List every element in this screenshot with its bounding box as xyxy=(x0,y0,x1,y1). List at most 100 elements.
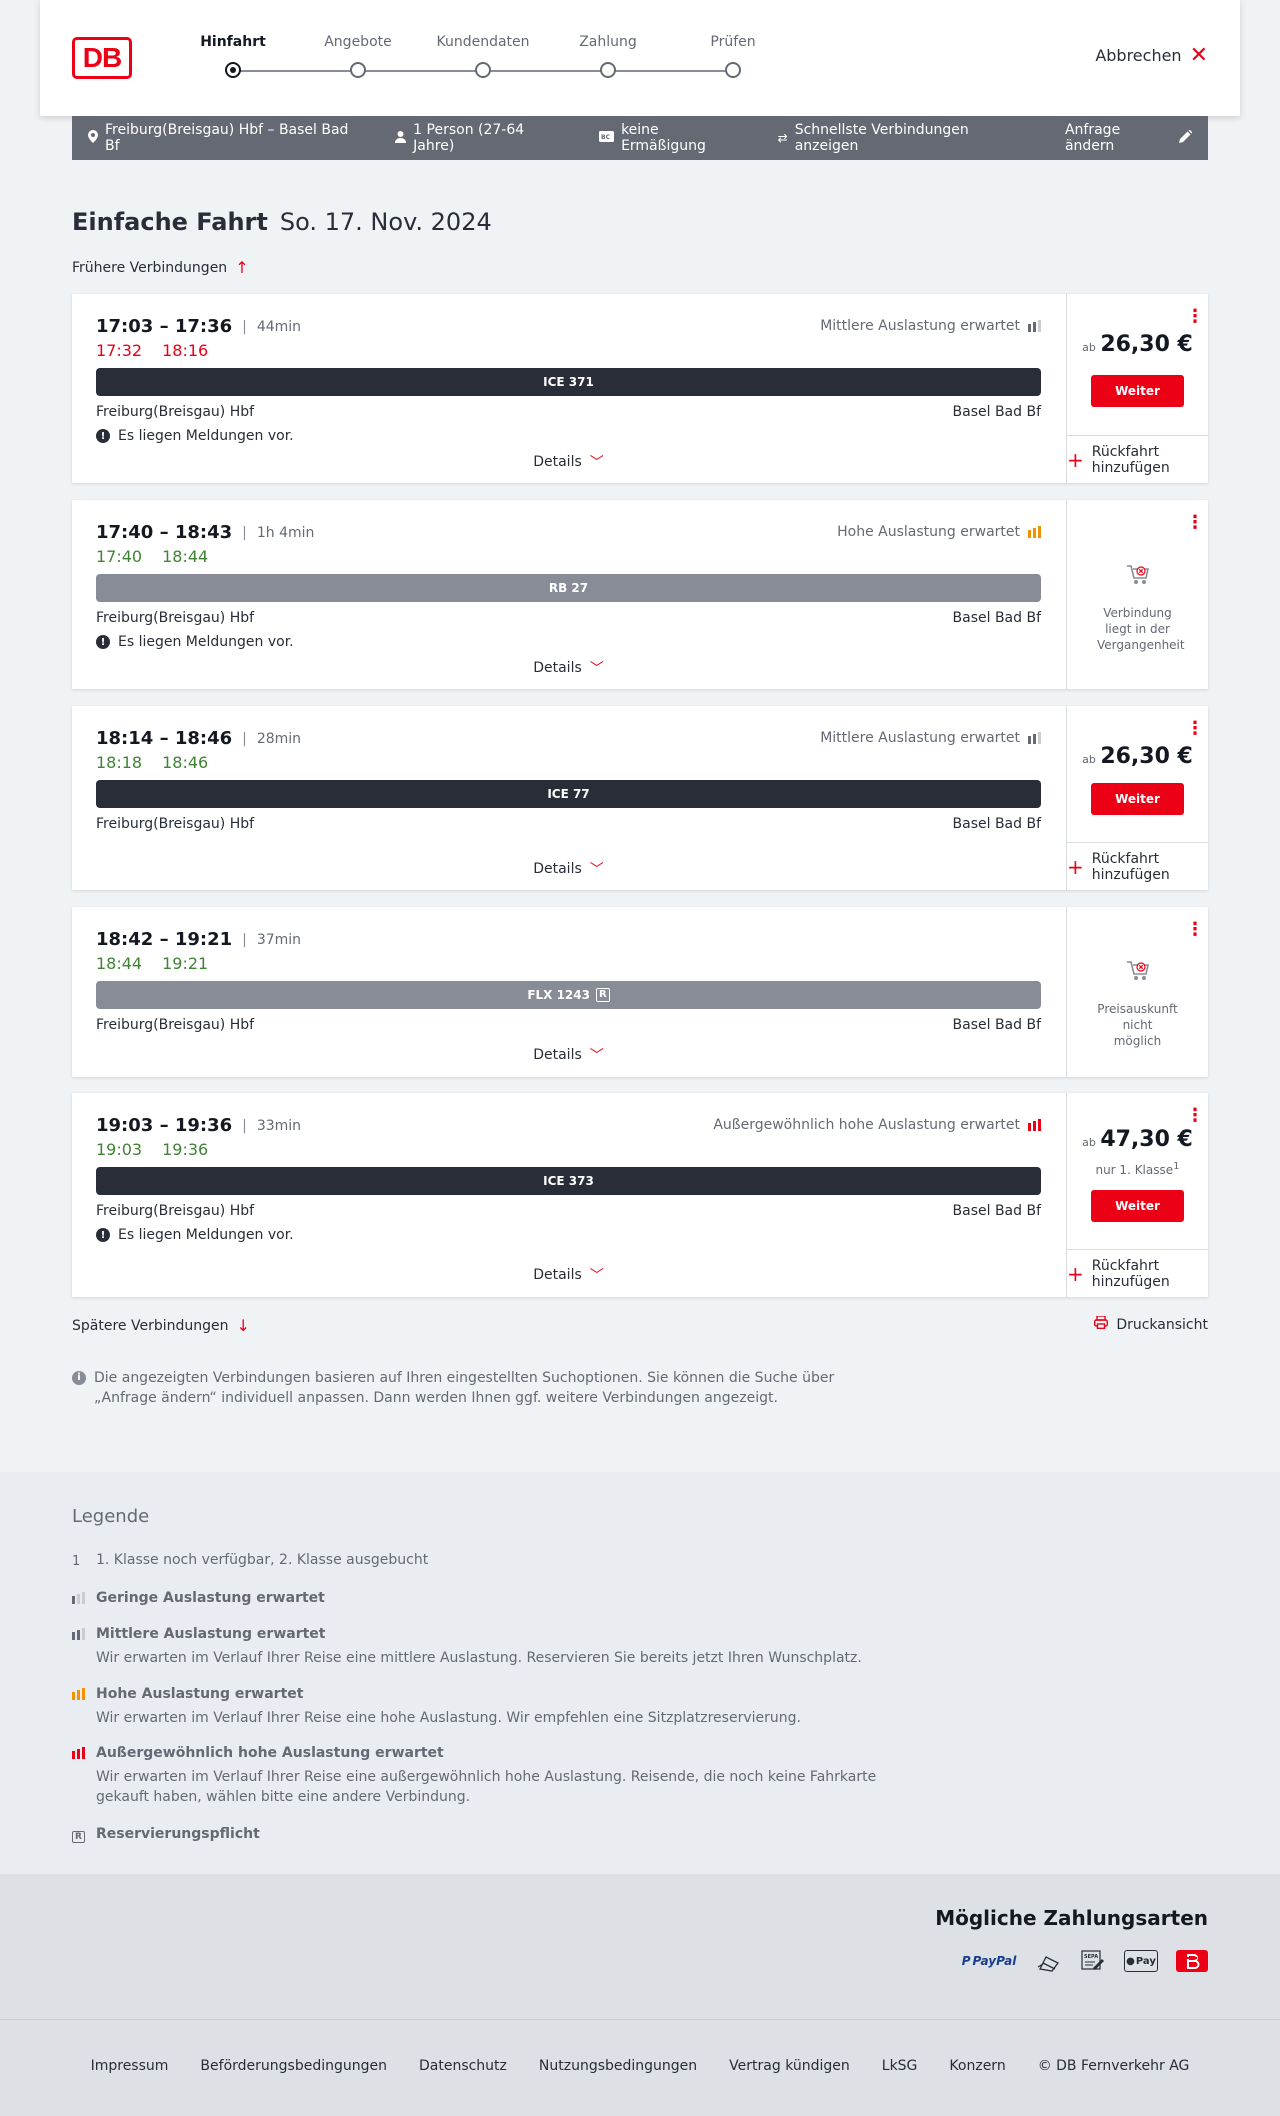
earlier-connections-link[interactable]: Frühere Verbindungen ↑ xyxy=(72,258,249,277)
footnote-text: 1. Klasse noch verfügbar, 2. Klasse ausg… xyxy=(96,1552,429,1568)
connection-main[interactable]: 17:40 – 18:43 | 1h 4min 17:40 18:44 Hohe… xyxy=(72,500,1065,689)
duration: 28min xyxy=(256,730,302,747)
connection-main[interactable]: 18:14 – 18:46 | 28min 18:18 18:46 Mittle… xyxy=(72,706,1065,890)
connection-times: 17:40 – 18:43 | 1h 4min xyxy=(96,522,314,543)
realtime-departure: 17:32 xyxy=(96,341,143,360)
step-angebote[interactable]: Angebote xyxy=(303,34,413,78)
footer-link-lksg[interactable]: LkSG xyxy=(882,2058,918,2074)
high-load-label: Hohe Auslastung erwartet xyxy=(96,1686,304,1702)
plus-icon: + xyxy=(1067,447,1084,472)
earlier-label: Frühere Verbindungen xyxy=(72,259,228,276)
trip-type: Einfache Fahrt xyxy=(72,208,268,236)
return-label: Rückfahrt hinzufügen xyxy=(1091,850,1170,883)
train-bar[interactable]: RB 27 xyxy=(96,574,1041,602)
load-info: Hohe Auslastung erwartet xyxy=(837,524,1041,540)
more-options-icon[interactable]: ⋮ xyxy=(1186,514,1204,532)
train-bar[interactable]: ICE 77 xyxy=(96,780,1041,808)
realtime-departure: 19:03 xyxy=(96,1140,143,1159)
realtime-times: 17:40 18:44 xyxy=(96,547,208,566)
load-text: Mittlere Auslastung erwartet xyxy=(820,730,1020,746)
extreme-load-label: Außergewöhnlich hohe Auslastung erwartet xyxy=(96,1745,444,1761)
change-request-button[interactable]: Anfrage ändern xyxy=(1065,122,1193,154)
extreme-load-desc: Wir erwarten im Verlauf Ihrer Reise eine… xyxy=(96,1769,877,1805)
add-return-trip-button[interactable]: + Rückfahrt hinzufügen xyxy=(1067,1249,1208,1297)
low-load-icon xyxy=(72,1592,88,1608)
connection-times: 19:03 – 19:36 | 33min xyxy=(96,1115,301,1136)
bahnbonus-icon xyxy=(1176,1950,1208,1972)
realtime-times: 18:44 19:21 xyxy=(96,954,208,973)
exclamation-icon: ! xyxy=(96,635,110,649)
footer-link-nutzungsbedingungen[interactable]: Nutzungsbedingungen xyxy=(539,2058,697,2074)
plus-icon: + xyxy=(1067,1261,1084,1286)
trip-date: So. 17. Nov. 2024 xyxy=(279,208,492,236)
connection-card: 18:42 – 19:21 | 37min 18:44 19:21 FLX 12… xyxy=(72,907,1208,1077)
fastest-text: Schnellste Verbindungen anzeigen xyxy=(794,122,969,154)
duration: 44min xyxy=(256,318,302,335)
connection-main[interactable]: 17:03 – 17:36 | 44min 17:32 18:16 Mittle… xyxy=(72,294,1065,483)
realtime-arrival: 18:46 xyxy=(162,753,209,772)
more-options-icon[interactable]: ⋮ xyxy=(1186,720,1204,738)
notice: ! Es liegen Meldungen vor. xyxy=(96,634,294,650)
continue-button[interactable]: Weiter xyxy=(1091,375,1184,407)
footer-link-konzern[interactable]: Konzern xyxy=(949,2058,1005,2074)
add-return-trip-button[interactable]: + Rückfahrt hinzufügen xyxy=(1067,435,1208,483)
step-kundendaten[interactable]: Kundendaten xyxy=(428,34,538,78)
db-logo[interactable]: DB xyxy=(72,37,132,79)
footer-link-vertrag-kuendigen[interactable]: Vertrag kündigen xyxy=(729,2058,850,2074)
high-load-icon xyxy=(1028,526,1041,538)
more-options-icon[interactable]: ⋮ xyxy=(1186,308,1204,326)
footer-link-impressum[interactable]: Impressum xyxy=(91,2058,169,2074)
details-toggle[interactable]: Details ﹀ xyxy=(72,452,1065,472)
credit-card-icon xyxy=(1036,1950,1062,1972)
duration: 33min xyxy=(256,1117,302,1134)
realtime-times: 17:32 18:16 xyxy=(96,341,208,360)
paypal-label: PayPal xyxy=(972,1954,1017,1968)
step-zahlung[interactable]: Zahlung xyxy=(553,34,663,78)
medium-load-icon xyxy=(1028,732,1041,744)
sepa-label: SEPA xyxy=(1084,1954,1098,1960)
low-load-label: Geringe Auslastung erwartet xyxy=(96,1590,325,1606)
details-toggle[interactable]: Details ﹀ xyxy=(72,1265,1065,1285)
offer-panel: ⋮ ab 26,30 € Weiter + Rückfahrt hinzufüg… xyxy=(1066,706,1208,890)
train-bar[interactable]: FLX 1243 R xyxy=(96,981,1041,1009)
departure-station: Freiburg(Breisgau) Hbf xyxy=(96,1017,255,1033)
step-dot xyxy=(475,62,491,78)
more-options-icon[interactable]: ⋮ xyxy=(1186,921,1204,939)
return-label: Rückfahrt hinzufügen xyxy=(1091,443,1170,476)
apple-pay-icon: ● Pay xyxy=(1124,1950,1158,1972)
footer-link-befoerderungsbedingungen[interactable]: Beförderungsbedingungen xyxy=(200,2058,387,2074)
train-name: RB 27 xyxy=(548,581,589,595)
details-toggle[interactable]: Details ﹀ xyxy=(72,658,1065,678)
step-pruefen[interactable]: Prüfen xyxy=(678,34,788,78)
continue-button[interactable]: Weiter xyxy=(1091,1190,1184,1222)
train-bar[interactable]: ICE 373 xyxy=(96,1167,1041,1195)
continue-button[interactable]: Weiter xyxy=(1091,783,1184,815)
connection-card: 17:40 – 18:43 | 1h 4min 17:40 18:44 Hohe… xyxy=(72,500,1208,689)
step-label: Hinfahrt xyxy=(200,34,266,50)
later-connections-link[interactable]: Spätere Verbindungen ↓ xyxy=(72,1316,250,1335)
legend-title: Legende xyxy=(72,1506,150,1527)
details-toggle[interactable]: Details ﹀ xyxy=(72,1045,1065,1065)
chevron-down-icon: ﹀ xyxy=(589,1268,604,1284)
step-hinfahrt[interactable]: Hinfahrt xyxy=(178,34,288,78)
step-label: Kundendaten xyxy=(436,34,530,50)
cancel-button[interactable]: Abbrechen ✕ xyxy=(1095,44,1208,66)
connection-main[interactable]: 18:42 – 19:21 | 37min 18:44 19:21 FLX 12… xyxy=(72,907,1065,1077)
train-name: ICE 77 xyxy=(547,787,590,801)
connection-main[interactable]: 19:03 – 19:36 | 33min 19:03 19:36 Außerg… xyxy=(72,1093,1065,1297)
train-bar[interactable]: ICE 371 xyxy=(96,368,1041,396)
chevron-down-icon: ﹀ xyxy=(589,455,604,471)
add-return-trip-button[interactable]: + Rückfahrt hinzufügen xyxy=(1067,842,1208,890)
arrival-station: Basel Bad Bf xyxy=(952,816,1041,832)
print-view-link[interactable]: Druckansicht xyxy=(1094,1315,1208,1333)
more-options-icon[interactable]: ⋮ xyxy=(1186,1107,1204,1125)
chevron-down-icon: ﹀ xyxy=(589,1048,604,1064)
footer-link-datenschutz[interactable]: Datenschutz xyxy=(419,2058,507,2074)
price: ab 47,30 € xyxy=(1067,1127,1208,1152)
passenger-info: 1 Person (27-64 Jahre) xyxy=(395,122,567,154)
details-label: Details xyxy=(533,454,582,470)
train-name: ICE 371 xyxy=(543,375,594,389)
details-toggle[interactable]: Details ﹀ xyxy=(72,859,1065,879)
cart-unavailable-icon xyxy=(1126,960,1150,982)
unavailable-text: Preisauskunft nicht möglich xyxy=(1097,1002,1178,1048)
